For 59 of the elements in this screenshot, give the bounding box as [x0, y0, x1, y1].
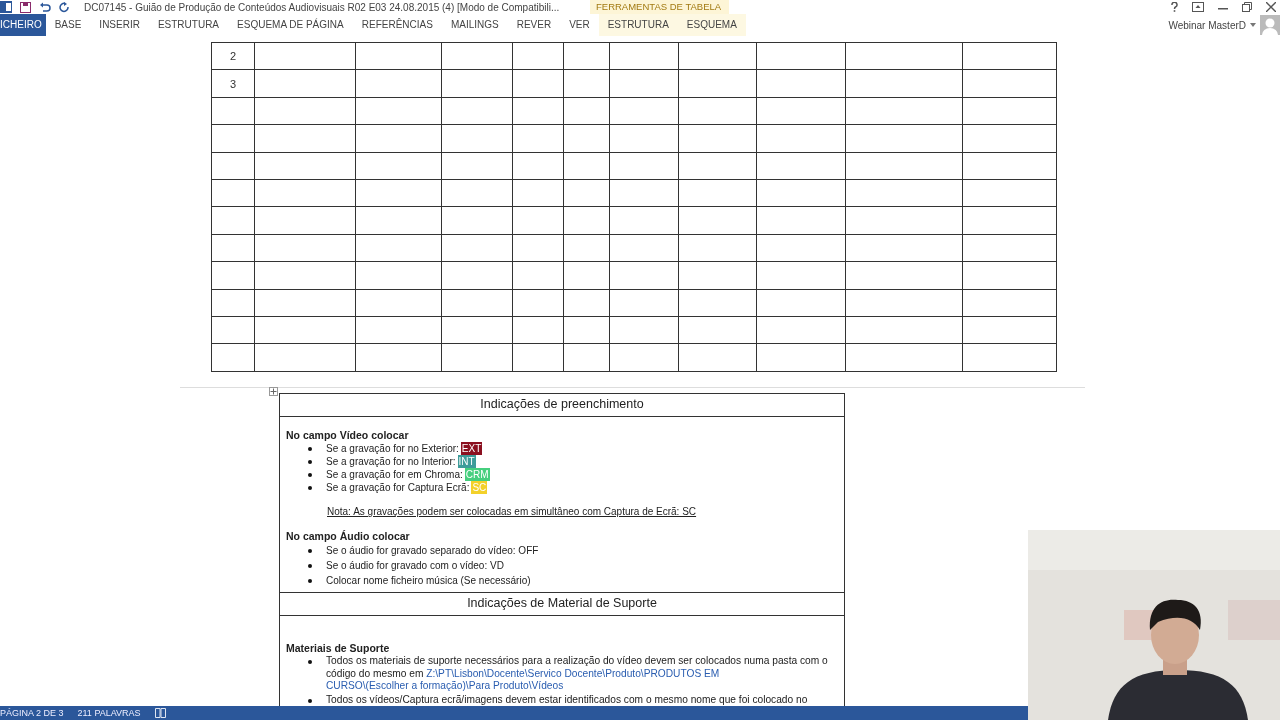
section-title: Indicações de preenchimento [280, 394, 844, 417]
ribbon-tab[interactable]: REFERÊNCIAS [352, 14, 442, 36]
list-item-text: Se a gravação for em Chroma: [326, 468, 463, 481]
list-item-text: Se a gravação for no Exterior: [326, 442, 459, 455]
code-tag: CRM [464, 468, 490, 481]
table-cell: 2 [211, 42, 255, 70]
section-heading: Materiais de Suporte [286, 642, 391, 655]
section-heading: No campo Áudio colocar [286, 530, 411, 543]
help-icon[interactable] [1171, 2, 1178, 12]
path-link[interactable]: Z:\PT\Lisbon\Docente\Servico Docente\Produto\PRODUTOS EM [426, 667, 720, 679]
bullet-icon [308, 578, 312, 583]
ribbon-tab[interactable]: ESTRUTURA [148, 14, 229, 36]
bullet-icon [308, 485, 312, 490]
list-item-text: Se o áudio for gravado separado do vídeo: OFF [326, 544, 539, 558]
bullet-icon [308, 698, 312, 703]
ribbon-tab[interactable]: REVER [507, 14, 561, 36]
code-tag: SC [471, 481, 488, 494]
bullet-icon [308, 446, 312, 451]
page-indicator[interactable]: PÁGINA 2 DE 3 [0, 708, 64, 718]
ribbon-tab[interactable]: ESQUEMA DE PÁGINA [228, 14, 353, 36]
bullet-icon [308, 563, 312, 568]
bullet-icon [308, 459, 312, 464]
bullet-icon [308, 472, 312, 477]
redo-icon[interactable] [59, 1, 70, 13]
note-text: Nota: As gravações podem ser colocadas em simultâneo com Captura de Ecrã: SC [327, 505, 698, 518]
ribbon-display-icon[interactable] [1192, 2, 1204, 12]
ribbon-tab[interactable]: ICHEIRO [0, 14, 46, 36]
word-count[interactable]: 211 PALAVRAS [77, 708, 141, 718]
undo-icon[interactable] [39, 1, 51, 13]
ribbon-tab[interactable]: BASE [45, 14, 91, 36]
book-icon[interactable] [154, 708, 166, 718]
list-item-text: Se a gravação for no Interior: [326, 455, 456, 468]
table-cell: 3 [211, 69, 255, 98]
word-icon[interactable] [0, 1, 12, 13]
ribbon-tab[interactable]: MAILINGS [441, 14, 508, 36]
ribbon-tab[interactable]: ESTRUTURA [598, 14, 678, 36]
list-item-text: Todos os vídeos/Captura ecrã/imagens devem estar identificados com o mesmo nome que foi colocado no [326, 693, 808, 706]
section-heading: No campo Vídeo colocar [286, 429, 410, 442]
bullet-icon [308, 660, 312, 664]
list-item-text: Todos os materiais de suporte necessários para a realização do vídeo devem ser colocados numa pasta com o código do mesmo em Z:\PT\Lisbon\Docente\Servico Docente\Produto\PRODUTOS EM CURSO\(Escolher a formação)\Para Produto\Vídeos [326, 655, 829, 693]
caret-icon[interactable] [1250, 23, 1256, 27]
code-tag: EXT [460, 442, 483, 455]
restore-icon[interactable] [1242, 2, 1252, 12]
bullet-icon [308, 548, 312, 553]
list-item-text: Colocar nome ficheiro música (Se necessário) [326, 574, 531, 588]
code-tag: INT [457, 455, 476, 468]
save-icon[interactable] [20, 1, 31, 13]
table-move-handle-icon[interactable] [269, 387, 278, 396]
window-title: DC07145 - Guião de Produção de Conteúdos Audiovisuais R02 E03 24.08.2015 (4) [Modo de Compatibili... [84, 1, 560, 13]
ribbon-tab[interactable]: INSERIR [90, 14, 149, 36]
close-icon[interactable] [1266, 2, 1276, 12]
account-name[interactable]: Webinar MasterD [1168, 19, 1246, 31]
ribbon-tab[interactable]: VER [560, 14, 599, 36]
list-item-text: Se a gravação for Captura Ecrã: [326, 481, 470, 494]
list-item-text: Se o áudio for gravado com o vídeo: VD [326, 559, 504, 573]
ribbon-tab[interactable]: ESQUEMA [677, 14, 746, 36]
tool-group-label: FERRAMENTAS DE TABELA [590, 0, 730, 14]
path-link[interactable]: CURSO\(Escolher a formação)\Para Produto\Vídeos [326, 680, 564, 691]
section-title: Indicações de Material de Suporte [280, 592, 844, 616]
